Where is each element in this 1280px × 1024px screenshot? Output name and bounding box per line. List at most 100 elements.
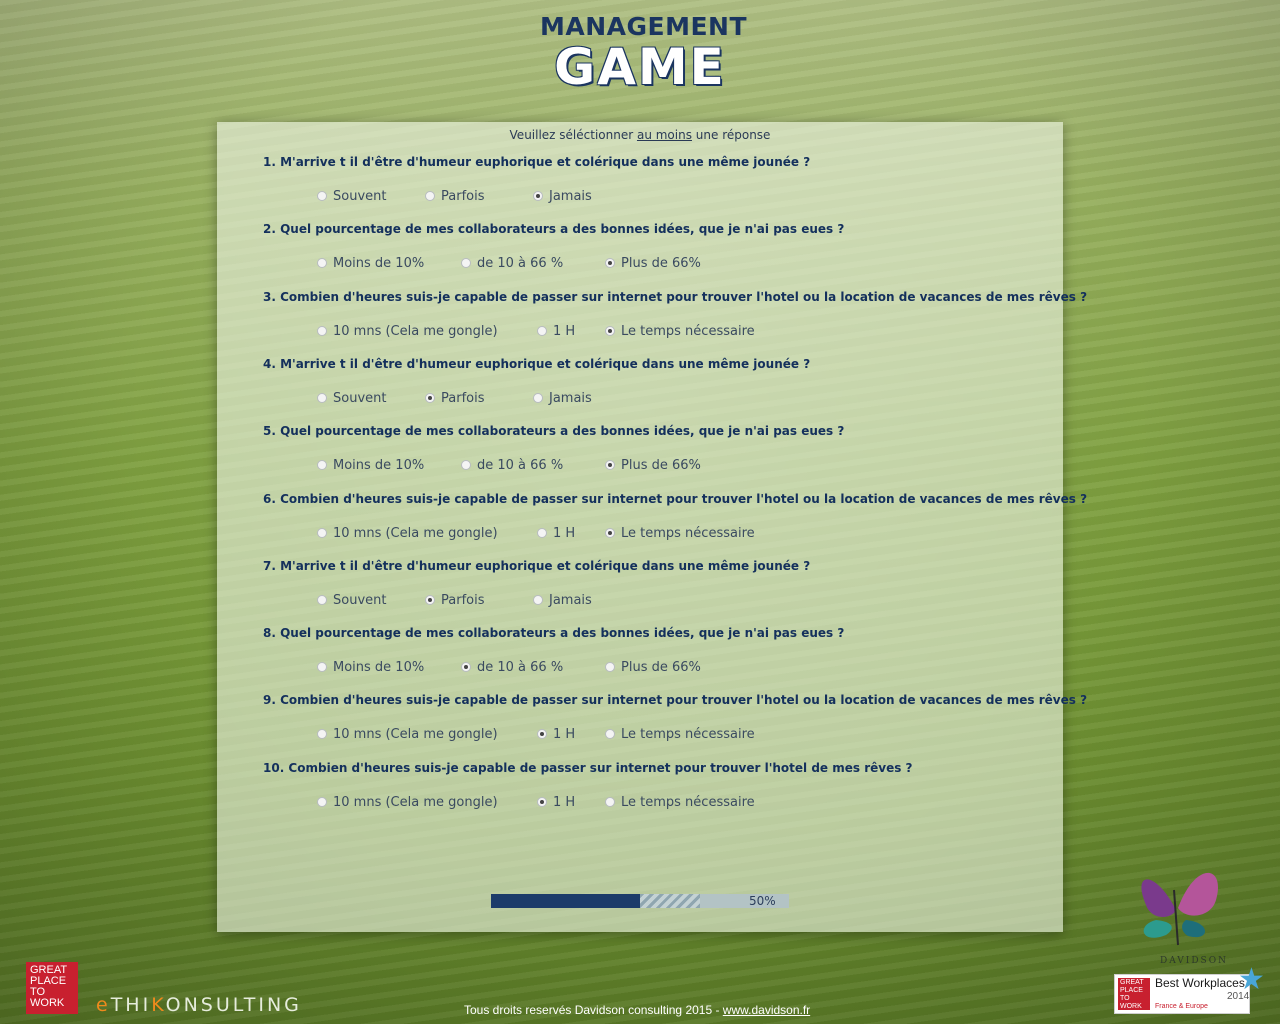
answer-option-label: Parfois xyxy=(441,189,485,204)
answer-option[interactable]: Souvent xyxy=(317,391,386,406)
answer-option-label: 10 mns (Cela me gongle) xyxy=(333,794,498,810)
instruction-before: Veuillez séléctionner xyxy=(509,128,637,142)
radio-icon[interactable] xyxy=(537,796,547,807)
radio-icon[interactable] xyxy=(317,796,327,807)
radio-icon[interactable] xyxy=(605,729,615,740)
answer-option[interactable]: 10 mns (Cela me gongle) xyxy=(317,795,498,810)
question-text: 6. Combien d'heures suis-je capable de p… xyxy=(263,491,1088,506)
answer-option[interactable]: de 10 à 66 % xyxy=(461,660,563,675)
logo-line-management: MANAGEMENT xyxy=(540,12,748,41)
radio-icon[interactable] xyxy=(425,392,435,403)
question-text: 8. Quel pourcentage de mes collaborateur… xyxy=(263,626,845,641)
radio-icon[interactable] xyxy=(425,191,435,201)
answer-option-label: de 10 à 66 % xyxy=(477,458,564,474)
question-text: 3. Combien d'heures suis-je capable de p… xyxy=(263,289,1088,304)
answer-option[interactable]: Moins de 10% xyxy=(317,660,424,675)
davidson-branding: DAVIDSON GREAT PLACE TO WORK Best Workpl… xyxy=(1114,850,1265,1020)
answer-option[interactable]: Moins de 10% xyxy=(317,256,424,271)
star-icon: ★ xyxy=(1238,962,1265,997)
answer-option[interactable]: Le temps nécessaire xyxy=(605,324,755,339)
answer-option-label: Moins de 10% xyxy=(333,256,425,272)
radio-icon[interactable] xyxy=(605,662,615,673)
answer-option[interactable]: Jamais xyxy=(533,593,592,608)
question-text: 1. M'arrive t il d'être d'humeur euphori… xyxy=(263,155,811,169)
answer-option[interactable]: Parfois xyxy=(425,391,484,406)
answer-option-label: Souvent xyxy=(333,592,387,608)
davidson-link[interactable]: www.davidson.fr xyxy=(723,1003,810,1017)
answer-option-label: Jamais xyxy=(549,189,592,204)
radio-icon[interactable] xyxy=(317,662,327,673)
radio-icon[interactable] xyxy=(537,729,547,740)
answer-option-label: Parfois xyxy=(441,592,485,608)
radio-icon[interactable] xyxy=(605,258,615,269)
answer-option[interactable]: Jamais xyxy=(533,391,592,406)
answer-option[interactable]: 10 mns (Cela me gongle) xyxy=(317,727,498,742)
radio-icon[interactable] xyxy=(317,729,327,740)
radio-icon[interactable] xyxy=(317,594,327,605)
radio-icon[interactable] xyxy=(461,258,471,269)
answer-option[interactable]: 1 H xyxy=(537,727,575,742)
radio-icon[interactable] xyxy=(317,258,327,269)
answer-option-label: Moins de 10% xyxy=(333,458,425,474)
radio-icon[interactable] xyxy=(317,325,327,336)
answer-option[interactable]: 1 H xyxy=(537,526,575,541)
answer-option[interactable]: Souvent xyxy=(317,593,386,608)
instruction-after: une réponse xyxy=(691,128,771,142)
answer-option[interactable]: Plus de 66% xyxy=(605,660,701,675)
radio-icon[interactable] xyxy=(537,527,547,538)
answer-option-label: Souvent xyxy=(333,189,387,204)
radio-icon[interactable] xyxy=(605,527,615,538)
answer-option-label: Jamais xyxy=(549,592,592,608)
answer-option[interactable]: Plus de 66% xyxy=(605,458,701,473)
radio-icon[interactable] xyxy=(605,325,615,336)
ethik-k: K xyxy=(151,994,166,1016)
answer-option[interactable]: 1 H xyxy=(537,795,575,810)
answer-option-label: Le temps nécessaire xyxy=(621,525,755,541)
radio-icon[interactable] xyxy=(461,662,471,673)
progress-label: 50% xyxy=(749,894,776,908)
answer-option[interactable]: Parfois xyxy=(425,189,484,204)
answer-option-label: Moins de 10% xyxy=(333,660,425,676)
answer-option[interactable]: Le temps nécessaire xyxy=(605,727,755,742)
badge-best-workplaces: Best Workplaces xyxy=(1155,976,1245,990)
ethik-thi: THI xyxy=(110,994,152,1016)
answer-option-label: 1 H xyxy=(553,727,576,743)
answer-option-label: Plus de 66% xyxy=(621,256,701,272)
question-text: 2. Quel pourcentage de mes collaborateur… xyxy=(263,222,845,237)
radio-icon[interactable] xyxy=(537,325,547,336)
radio-icon[interactable] xyxy=(425,594,435,605)
answer-option-label: Jamais xyxy=(549,390,592,406)
question-text: 10. Combien d'heures suis-je capable de … xyxy=(263,760,913,775)
answer-option[interactable]: 1 H xyxy=(537,324,575,339)
radio-icon[interactable] xyxy=(605,460,615,471)
questionnaire-panel: Veuillez séléctionner au moins une répon… xyxy=(217,122,1087,932)
logo-line-game: GAME xyxy=(554,38,726,96)
answer-option[interactable]: Moins de 10% xyxy=(317,458,424,473)
best-workplaces-badge: GREAT PLACE TO WORK Best Workplaces 2014… xyxy=(1114,974,1250,1014)
radio-icon[interactable] xyxy=(605,796,615,807)
answer-option[interactable]: Parfois xyxy=(425,593,484,608)
answer-option[interactable]: Plus de 66% xyxy=(605,256,701,271)
answer-option[interactable]: de 10 à 66 % xyxy=(461,256,563,271)
radio-icon[interactable] xyxy=(533,594,543,605)
radio-icon[interactable] xyxy=(317,392,327,403)
radio-icon[interactable] xyxy=(317,191,327,201)
radio-icon[interactable] xyxy=(533,191,543,201)
radio-icon[interactable] xyxy=(317,460,327,471)
question-text: 9. Combien d'heures suis-je capable de p… xyxy=(263,693,1088,708)
answer-option[interactable]: Jamais xyxy=(533,189,592,204)
answer-option[interactable]: 10 mns (Cela me gongle) xyxy=(317,324,498,339)
answer-option-label: Le temps nécessaire xyxy=(621,323,755,339)
radio-icon[interactable] xyxy=(533,392,543,403)
answer-option[interactable]: de 10 à 66 % xyxy=(461,458,563,473)
answer-option[interactable]: Souvent xyxy=(317,189,386,204)
ethik-onsulting: ONSULTING xyxy=(165,994,302,1016)
answer-option[interactable]: 10 mns (Cela me gongle) xyxy=(317,526,498,541)
answer-option[interactable]: Le temps nécessaire xyxy=(605,795,755,810)
radio-icon[interactable] xyxy=(461,460,471,471)
answer-option-label: 1 H xyxy=(553,323,576,339)
answer-option[interactable]: Le temps nécessaire xyxy=(605,526,755,541)
radio-icon[interactable] xyxy=(317,527,327,538)
management-game-logo: MANAGEMENT GAME xyxy=(540,12,748,100)
great-place-to-work-logo: GREAT PLACE TO WORK xyxy=(26,962,78,1014)
